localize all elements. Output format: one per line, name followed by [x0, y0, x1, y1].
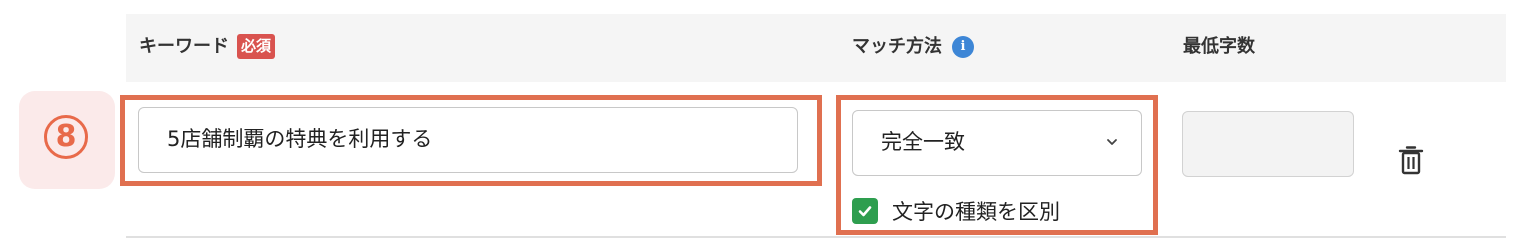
chevron-down-icon	[1107, 139, 1117, 145]
info-icon[interactable]: i	[952, 36, 974, 58]
keyword-input[interactable]: 5店舗制覇の特典を利用する	[138, 107, 798, 173]
min-chars-column-header: 最低字数	[1183, 34, 1255, 60]
match-method-value: 完全一致	[881, 130, 965, 154]
required-badge: 必須	[237, 34, 276, 59]
match-header-label: マッチ方法	[852, 36, 942, 57]
keyword-column-header: キーワード 必須	[139, 34, 276, 60]
keyword-header-label: キーワード	[139, 36, 229, 57]
keyword-rule-form: キーワード 必須 マッチ方法 i 最低字数 8 5店舗制覇の特典を利用する 完全一致…	[0, 0, 1530, 250]
step-number: 8	[44, 115, 88, 159]
trash-icon[interactable]	[1398, 145, 1424, 177]
min-chars-input[interactable]	[1182, 111, 1354, 177]
match-column-header: マッチ方法 i	[852, 34, 974, 60]
case-sensitive-label: 文字の種類を区別	[892, 200, 1060, 224]
table-header	[126, 14, 1506, 82]
case-sensitive-checkbox[interactable]	[852, 198, 878, 224]
checkmark-icon	[858, 206, 872, 217]
match-method-select[interactable]: 完全一致	[852, 110, 1142, 176]
min-chars-header-label: 最低字数	[1183, 36, 1255, 57]
row-divider	[126, 236, 1506, 238]
case-sensitive-option[interactable]: 文字の種類を区別	[852, 194, 1060, 228]
